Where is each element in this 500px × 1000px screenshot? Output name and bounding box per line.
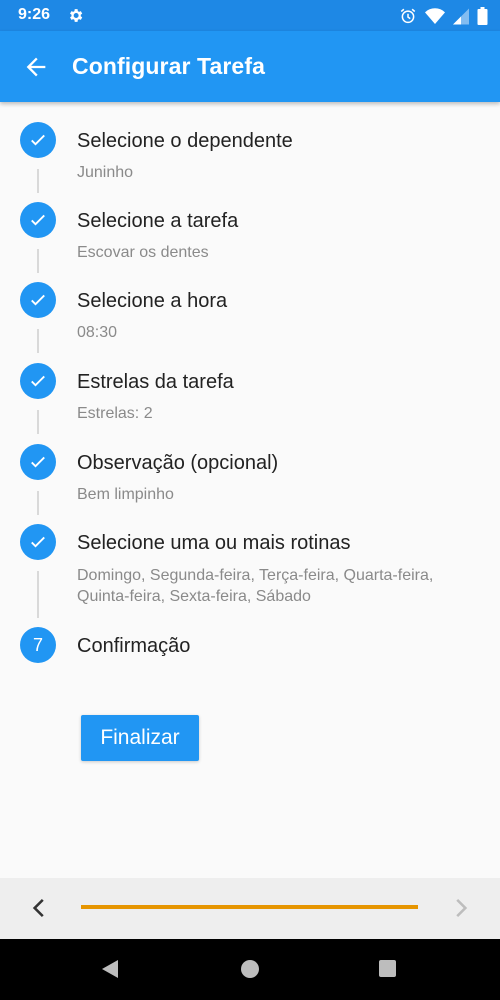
- progress-fill: [81, 905, 418, 909]
- status-time: 9:26: [18, 6, 51, 23]
- step-connector: [37, 571, 39, 618]
- step-title: Confirmação: [77, 635, 191, 657]
- step-title: Selecione a hora: [77, 290, 228, 312]
- check-icon: [20, 363, 56, 399]
- finalize-button[interactable]: Finalizar: [81, 715, 199, 761]
- step-connector: [37, 329, 39, 353]
- system-nav-bar: [0, 939, 500, 1000]
- step-title: Observação (opcional): [77, 452, 279, 474]
- progress-bar: [81, 905, 418, 909]
- chevron-right-icon[interactable]: [448, 895, 474, 921]
- alarm-icon: [399, 7, 417, 25]
- home-circle-icon[interactable]: [241, 960, 259, 978]
- gear-icon: [67, 7, 84, 24]
- recents-square-icon[interactable]: [379, 960, 396, 977]
- wifi-icon: [425, 7, 445, 25]
- step-connector: [37, 491, 39, 515]
- stepper: Selecione o dependente Juninho Selecione…: [0, 102, 500, 878]
- step-title: Estrelas da tarefa: [77, 371, 234, 393]
- step-subtitle: 08:30: [77, 324, 118, 341]
- step-connector: [37, 249, 39, 273]
- check-icon: [20, 202, 56, 238]
- step-subtitle: Juninho: [77, 164, 134, 181]
- check-icon: [20, 282, 56, 318]
- page-title: Configurar Tarefa: [72, 53, 265, 79]
- step-subtitle: Estrelas: 2: [77, 405, 153, 422]
- check-icon: [20, 444, 56, 480]
- back-triangle-icon[interactable]: [100, 959, 120, 984]
- signal-icon: [453, 8, 469, 25]
- battery-icon: [477, 7, 488, 25]
- status-bar: 9:26: [0, 0, 500, 31]
- step-title: Selecione uma ou mais rotinas: [77, 532, 351, 554]
- step-title: Selecione o dependente: [77, 130, 293, 152]
- step-subtitle: Escovar os dentes: [77, 244, 209, 261]
- step-connector: [37, 410, 39, 434]
- check-icon: [20, 122, 56, 158]
- back-arrow-icon[interactable]: [22, 53, 50, 81]
- step-title: Selecione a tarefa: [77, 210, 239, 232]
- app-bar: Configurar Tarefa: [0, 31, 500, 102]
- step-subtitle: Domingo, Segunda-feira, Terça-feira, Qua…: [77, 567, 434, 605]
- step-connector: [37, 169, 39, 193]
- step-subtitle: Bem limpinho: [77, 486, 174, 503]
- step-number: 7: [20, 627, 56, 663]
- chevron-left-icon[interactable]: [26, 895, 52, 921]
- check-icon: [20, 524, 56, 560]
